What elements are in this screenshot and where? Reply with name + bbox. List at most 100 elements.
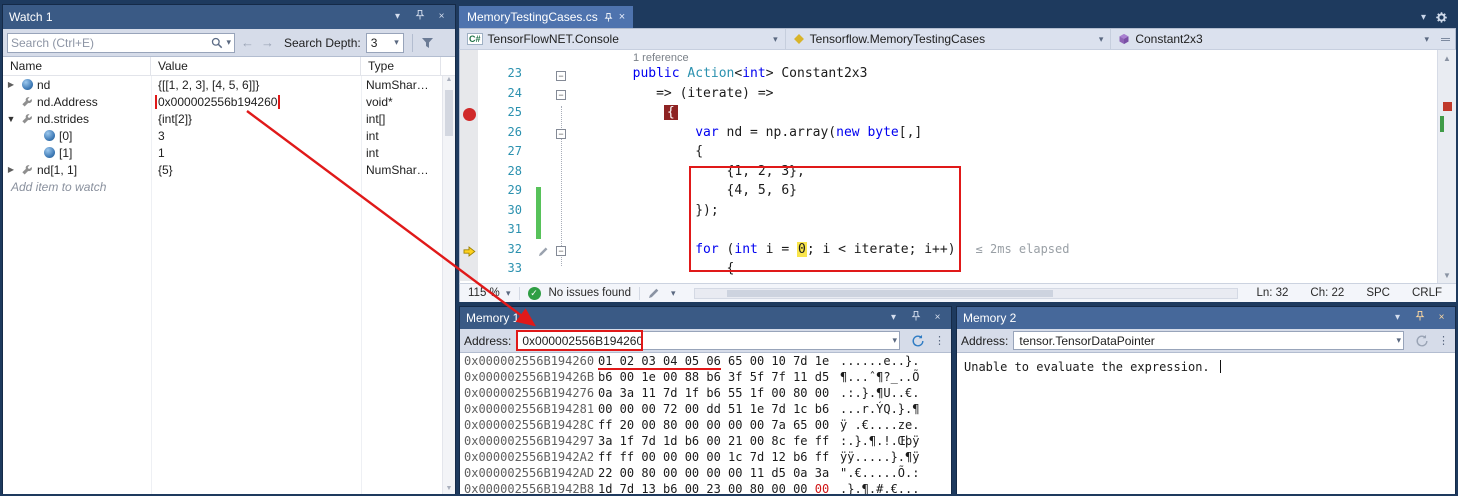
close-icon[interactable]: × bbox=[434, 10, 449, 24]
codelens-references[interactable]: 1 reference bbox=[570, 50, 689, 66]
watch-row[interactable]: Add item to watch bbox=[3, 178, 455, 195]
breakpoint-margin[interactable] bbox=[460, 86, 478, 106]
breakpoint-margin[interactable] bbox=[460, 183, 478, 203]
outline-margin[interactable] bbox=[554, 222, 570, 242]
outline-margin[interactable]: − bbox=[554, 242, 570, 262]
tab-list-caret-icon[interactable]: ▾ bbox=[1421, 12, 1426, 23]
memory1-hex-view[interactable]: 0x000002556B19426001 02 03 04 05 06 65 0… bbox=[460, 353, 951, 494]
collapse-region-icon[interactable]: − bbox=[556, 90, 566, 100]
watch-name-cell[interactable]: ▶nd[1, 1] bbox=[3, 163, 151, 177]
pin-icon[interactable] bbox=[412, 9, 427, 26]
collapse-region-icon[interactable]: − bbox=[556, 129, 566, 139]
breakpoint-margin[interactable] bbox=[460, 203, 478, 223]
watch-row[interactable]: ▼nd.strides{int[2]}int[] bbox=[3, 110, 455, 127]
collapse-region-icon[interactable]: − bbox=[556, 246, 566, 256]
watch-row[interactable]: [0]3int bbox=[3, 127, 455, 144]
pin-icon[interactable] bbox=[908, 310, 923, 327]
scroll-down-icon[interactable]: ▼ bbox=[443, 485, 455, 492]
outline-margin[interactable]: − bbox=[554, 66, 570, 86]
watch-value-cell[interactable]: 0x000002556b194260 bbox=[151, 95, 361, 109]
settings-gear-icon[interactable] bbox=[1435, 11, 1448, 24]
watch-name-cell[interactable]: [0] bbox=[3, 129, 151, 143]
watch-value-cell[interactable]: 3 bbox=[151, 129, 361, 143]
breakpoint-icon[interactable] bbox=[463, 108, 476, 121]
memory1-titlebar[interactable]: Memory 1 ▾ × bbox=[460, 307, 951, 329]
editor-scrollbar[interactable]: ▲ ▼ bbox=[1437, 50, 1456, 283]
window-position-icon[interactable]: ▾ bbox=[1390, 311, 1405, 325]
horizontal-scrollbar[interactable] bbox=[694, 288, 1239, 299]
code-content[interactable]: { bbox=[570, 261, 734, 281]
scroll-down-icon[interactable]: ▼ bbox=[1438, 271, 1456, 280]
close-icon[interactable]: × bbox=[1434, 311, 1449, 325]
breakpoint-margin[interactable] bbox=[460, 164, 478, 184]
pen-caret-icon[interactable]: ▾ bbox=[671, 288, 676, 299]
watch-titlebar[interactable]: Watch 1 ▾ × bbox=[3, 5, 455, 29]
breakpoint-margin[interactable] bbox=[460, 50, 478, 66]
breakpoint-margin[interactable] bbox=[460, 66, 478, 86]
watch-value-cell[interactable]: 1 bbox=[151, 146, 361, 160]
memory-row[interactable]: 0x000002556B1942973a 1f 7d 1d b6 00 21 0… bbox=[464, 434, 951, 450]
search-depth-select[interactable]: 3 ▾ bbox=[366, 33, 404, 53]
breakpoint-margin[interactable] bbox=[460, 125, 478, 145]
issues-status[interactable]: No issues found bbox=[549, 287, 631, 299]
close-icon[interactable]: × bbox=[930, 311, 945, 325]
memory-row[interactable]: 0x000002556B1942A2ff ff 00 00 00 00 1c 7… bbox=[464, 450, 951, 466]
tab-pin-icon[interactable] bbox=[604, 12, 613, 23]
scrollbar-thumb[interactable] bbox=[727, 290, 1053, 297]
window-position-icon[interactable]: ▾ bbox=[886, 311, 901, 325]
filter-icon[interactable] bbox=[421, 37, 434, 49]
watch-value-cell[interactable]: {int[2]} bbox=[151, 112, 361, 126]
collapse-region-icon[interactable]: − bbox=[556, 71, 566, 81]
watch-search-box[interactable]: ▾ bbox=[7, 33, 235, 53]
search-options-caret-icon[interactable]: ▾ bbox=[226, 37, 231, 48]
toolbar-overflow-icon[interactable]: ⋮ bbox=[932, 334, 947, 347]
watch-scrollbar[interactable]: ▲ ▼ bbox=[442, 76, 455, 494]
add-watch-placeholder[interactable]: Add item to watch bbox=[3, 180, 106, 194]
address-dropdown-caret-icon[interactable]: ▾ bbox=[1396, 335, 1401, 346]
status-eol[interactable]: CRLF bbox=[1412, 287, 1442, 299]
watch-row[interactable]: nd.Address0x000002556b194260void* bbox=[3, 93, 455, 110]
watch-row[interactable]: [1]1int bbox=[3, 144, 455, 161]
watch-name-cell[interactable]: ▼nd.strides bbox=[3, 112, 151, 126]
window-position-icon[interactable]: ▾ bbox=[390, 10, 405, 24]
outline-margin[interactable]: − bbox=[554, 125, 570, 145]
toolbar-overflow-icon[interactable]: ⋮ bbox=[1436, 334, 1451, 347]
splitter-button[interactable] bbox=[1436, 29, 1455, 49]
code-content[interactable]: => (iterate) => bbox=[570, 86, 774, 106]
memory-row[interactable]: 0x000002556B1942B81d 7d 13 b6 00 23 00 8… bbox=[464, 482, 951, 494]
scroll-up-icon[interactable]: ▲ bbox=[1438, 54, 1456, 63]
outline-margin[interactable]: − bbox=[554, 86, 570, 106]
memory-row[interactable]: 0x000002556B1942AD22 00 80 00 00 00 00 1… bbox=[464, 466, 951, 482]
refresh-icon[interactable] bbox=[908, 331, 927, 350]
watch-name-cell[interactable]: Add item to watch bbox=[3, 180, 151, 194]
watch-value-cell[interactable]: {5} bbox=[151, 163, 361, 177]
watch-row[interactable]: ▶nd[1, 1]{5}NumShar… bbox=[3, 161, 455, 178]
search-prev-icon[interactable]: ← bbox=[240, 35, 255, 50]
outline-margin[interactable] bbox=[554, 203, 570, 223]
code-content[interactable]: { bbox=[570, 105, 678, 125]
memory1-address-input[interactable] bbox=[516, 331, 900, 350]
breakpoint-margin[interactable] bbox=[460, 144, 478, 164]
code-content[interactable]: {1, 2, 3}, bbox=[570, 164, 805, 184]
memory-row[interactable]: 0x000002556B1942760a 3a 11 7d 1f b6 55 1… bbox=[464, 386, 951, 402]
code-editor[interactable]: 1 reference 23− public Action<int> Const… bbox=[459, 50, 1456, 283]
method-dropdown[interactable]: Constant2x3 ▾ bbox=[1111, 29, 1436, 49]
expander-icon[interactable]: ▶ bbox=[5, 80, 17, 89]
memory-row[interactable]: 0x000002556B19426001 02 03 04 05 06 65 0… bbox=[464, 354, 951, 370]
class-dropdown[interactable]: Tensorflow.MemoryTestingCases ▾ bbox=[786, 29, 1112, 49]
watch-name-cell[interactable]: ▶nd bbox=[3, 78, 151, 92]
watch-name-cell[interactable]: nd.Address bbox=[3, 95, 151, 109]
tab-memorytestingcases[interactable]: MemoryTestingCases.cs × bbox=[459, 6, 633, 28]
scrollbar-thumb[interactable] bbox=[445, 90, 453, 136]
code-content[interactable]: {4, 5, 6} bbox=[570, 183, 797, 203]
outline-margin[interactable] bbox=[554, 164, 570, 184]
code-content[interactable]: public Action<int> Constant2x3 bbox=[570, 66, 867, 86]
expander-icon[interactable]: ▼ bbox=[5, 114, 17, 124]
breakpoint-margin[interactable] bbox=[460, 261, 478, 281]
memory-row[interactable]: 0x000002556B19428100 00 00 72 00 dd 51 1… bbox=[464, 402, 951, 418]
outline-margin[interactable] bbox=[554, 105, 570, 125]
search-next-icon[interactable]: → bbox=[260, 35, 275, 50]
breakpoint-margin[interactable] bbox=[460, 105, 478, 125]
status-spaces[interactable]: SPC bbox=[1366, 287, 1390, 299]
code-content[interactable]: }); bbox=[570, 203, 719, 223]
